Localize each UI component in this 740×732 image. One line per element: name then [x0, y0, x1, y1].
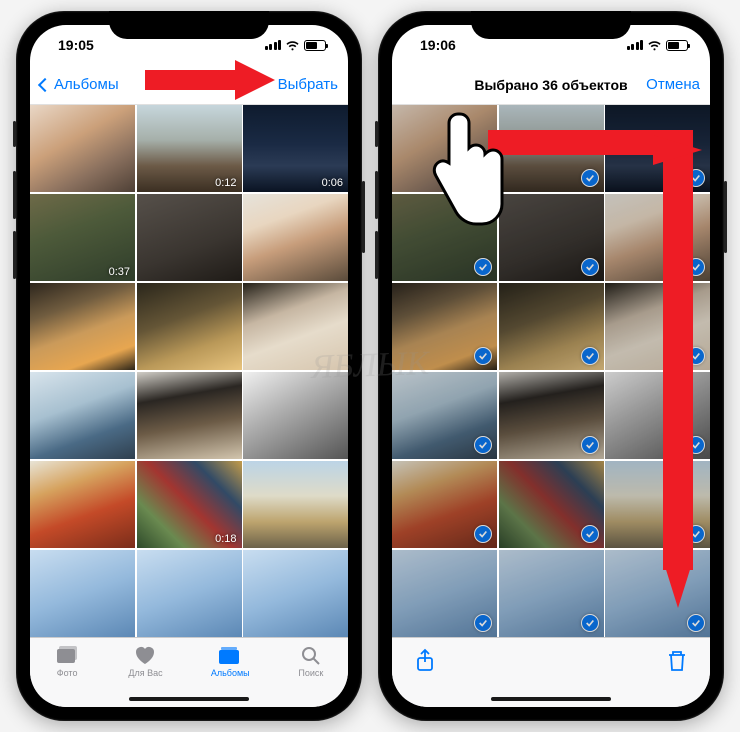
home-indicator[interactable] [129, 697, 249, 701]
photo-thumb-selected[interactable] [605, 105, 710, 192]
video-duration: 0:18 [215, 533, 236, 545]
signal-icon [627, 40, 644, 50]
video-thumb[interactable]: 0:12 [137, 105, 242, 192]
check-icon [474, 347, 492, 365]
check-icon [687, 258, 705, 276]
photos-icon [54, 644, 80, 666]
battery-icon [304, 40, 326, 51]
photo-thumb-selected[interactable] [605, 550, 710, 637]
tab-search[interactable]: Поиск [298, 644, 324, 678]
photo-thumb[interactable] [30, 105, 135, 192]
check-icon [474, 525, 492, 543]
check-icon [474, 169, 492, 187]
photo-thumb-selected[interactable] [499, 461, 604, 548]
check-icon [581, 614, 599, 632]
photo-thumb-selected[interactable] [605, 372, 710, 459]
select-label: Выбрать [278, 76, 338, 93]
check-icon [687, 436, 705, 454]
tab-foryou[interactable]: Для Вас [128, 644, 162, 678]
photo-thumb[interactable] [137, 372, 242, 459]
cancel-label: Отмена [646, 76, 700, 93]
tab-albums[interactable]: Альбомы [211, 644, 250, 678]
check-icon [581, 258, 599, 276]
heart-icon [132, 644, 158, 666]
check-icon [687, 525, 705, 543]
share-button[interactable] [412, 648, 438, 674]
photo-thumb-selected[interactable] [499, 194, 604, 281]
tab-label: Фото [57, 668, 78, 678]
status-time: 19:05 [58, 37, 94, 53]
photo-thumb[interactable] [30, 372, 135, 459]
check-icon [581, 169, 599, 187]
photo-thumb-selected[interactable] [392, 194, 497, 281]
status-time: 19:06 [420, 37, 456, 53]
check-icon [474, 614, 492, 632]
video-thumb[interactable]: 0:18 [137, 461, 242, 548]
photo-thumb-selected[interactable] [605, 283, 710, 370]
back-button[interactable]: Альбомы [40, 76, 119, 93]
signal-icon [265, 40, 282, 50]
video-thumb[interactable]: 0:37 [30, 194, 135, 281]
photo-thumb[interactable] [243, 372, 348, 459]
photo-thumb-selected[interactable] [499, 283, 604, 370]
search-icon [298, 644, 324, 666]
home-indicator[interactable] [491, 697, 611, 701]
cancel-button[interactable]: Отмена [630, 76, 700, 93]
video-duration: 0:06 [322, 177, 343, 189]
select-button[interactable]: Выбрать [268, 76, 338, 93]
photo-grid[interactable]: 0:12 0:06 0:37 0:18 [30, 105, 348, 637]
photo-thumb-selected[interactable] [605, 461, 710, 548]
photo-thumb[interactable] [30, 461, 135, 548]
photo-thumb[interactable] [30, 550, 135, 637]
photo-thumb-selected[interactable] [392, 461, 497, 548]
photo-thumb-selected[interactable] [392, 283, 497, 370]
video-duration: 0:37 [109, 266, 130, 278]
check-icon [581, 347, 599, 365]
check-icon [581, 525, 599, 543]
photo-thumb-selected[interactable] [392, 550, 497, 637]
chevron-left-icon [38, 77, 52, 91]
wifi-icon [285, 40, 300, 51]
photo-thumb[interactable] [243, 283, 348, 370]
photo-thumb-selected[interactable] [605, 194, 710, 281]
tab-label: Для Вас [128, 668, 162, 678]
notch [471, 11, 631, 39]
phone-left: 19:05 Альбомы Выбрать 0:12 0:06 0:37 [16, 11, 362, 721]
photo-thumb-selected[interactable] [499, 372, 604, 459]
photo-thumb[interactable] [243, 550, 348, 637]
photo-thumb-selected[interactable] [392, 105, 497, 192]
photo-thumb-selected[interactable] [499, 105, 604, 192]
photo-thumb[interactable] [137, 550, 242, 637]
photo-grid-selected[interactable] [392, 105, 710, 637]
notch [109, 11, 269, 39]
nav-bar: Выбрано 36 объектов Отмена [392, 65, 710, 105]
tab-photos[interactable]: Фото [54, 644, 80, 678]
check-icon [687, 169, 705, 187]
battery-icon [666, 40, 688, 51]
back-label: Альбомы [54, 76, 119, 93]
photo-thumb-selected[interactable] [499, 550, 604, 637]
delete-button[interactable] [664, 648, 690, 674]
check-icon [474, 436, 492, 454]
photo-thumb[interactable] [243, 461, 348, 548]
photo-thumb[interactable] [137, 283, 242, 370]
tab-label: Поиск [298, 668, 323, 678]
albums-icon [217, 644, 243, 666]
check-icon [687, 614, 705, 632]
video-thumb[interactable]: 0:06 [243, 105, 348, 192]
annotation-arrow [145, 60, 275, 100]
check-icon [474, 258, 492, 276]
tab-label: Альбомы [211, 668, 250, 678]
photo-thumb[interactable] [137, 194, 242, 281]
photo-thumb-selected[interactable] [392, 372, 497, 459]
check-icon [687, 347, 705, 365]
video-duration: 0:12 [215, 177, 236, 189]
check-icon [581, 436, 599, 454]
wifi-icon [647, 40, 662, 51]
phone-right: 19:06 Выбрано 36 объектов Отмена [378, 11, 724, 721]
photo-thumb[interactable] [30, 283, 135, 370]
selection-title: Выбрано 36 объектов [472, 77, 630, 93]
photo-thumb[interactable] [243, 194, 348, 281]
